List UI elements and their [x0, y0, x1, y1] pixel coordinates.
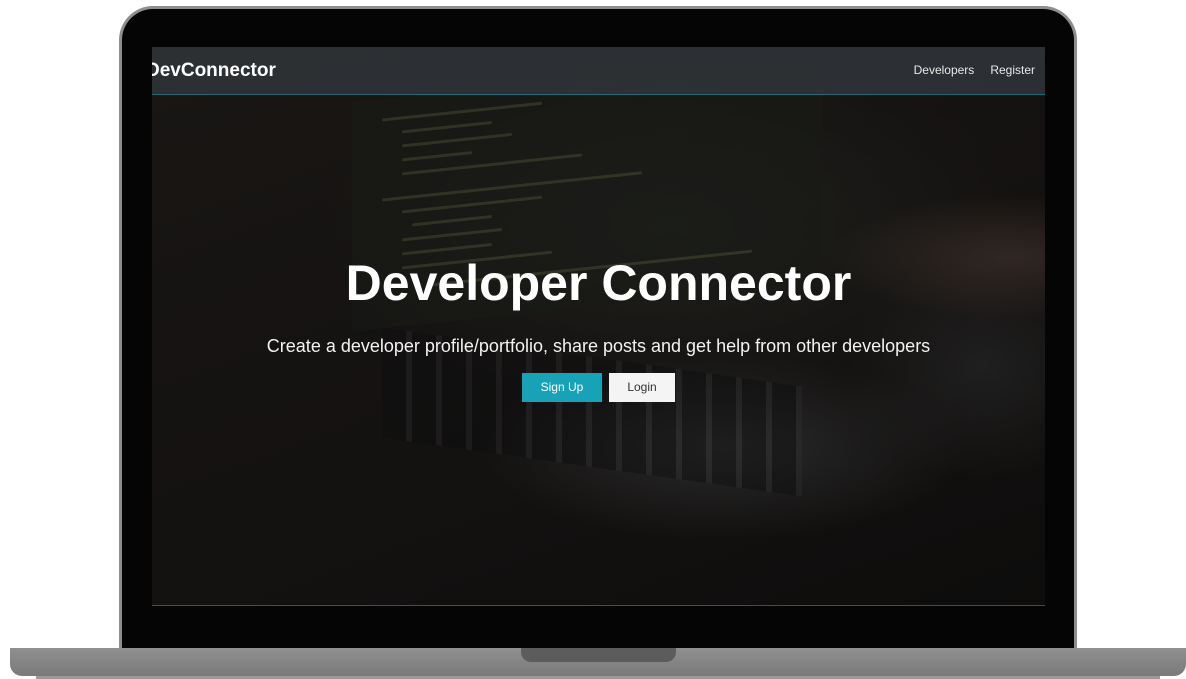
login-button[interactable]: Login — [609, 373, 675, 402]
hero-lead: Create a developer profile/portfolio, sh… — [266, 336, 931, 356]
nav-links: Developers Register — [914, 63, 1035, 77]
landing-hero: Developer Connector Create a developer p… — [152, 247, 1045, 402]
nav-link-register[interactable]: Register — [990, 63, 1035, 77]
laptop-screen: DevConnector Developers Register Develop… — [152, 47, 1045, 606]
navbar: DevConnector Developers Register — [152, 47, 1045, 95]
nav-link-developers[interactable]: Developers — [914, 63, 975, 77]
hero-buttons: Sign Up Login — [152, 373, 1045, 402]
sign-up-button[interactable]: Sign Up — [522, 373, 602, 402]
hero-title: Developer Connector — [345, 255, 852, 311]
screen-edge — [152, 605, 1045, 606]
brand-logo[interactable]: DevConnector — [152, 60, 276, 82]
laptop-notch — [521, 648, 676, 662]
laptop-mockup: DevConnector Developers Register Develop… — [0, 0, 1186, 679]
